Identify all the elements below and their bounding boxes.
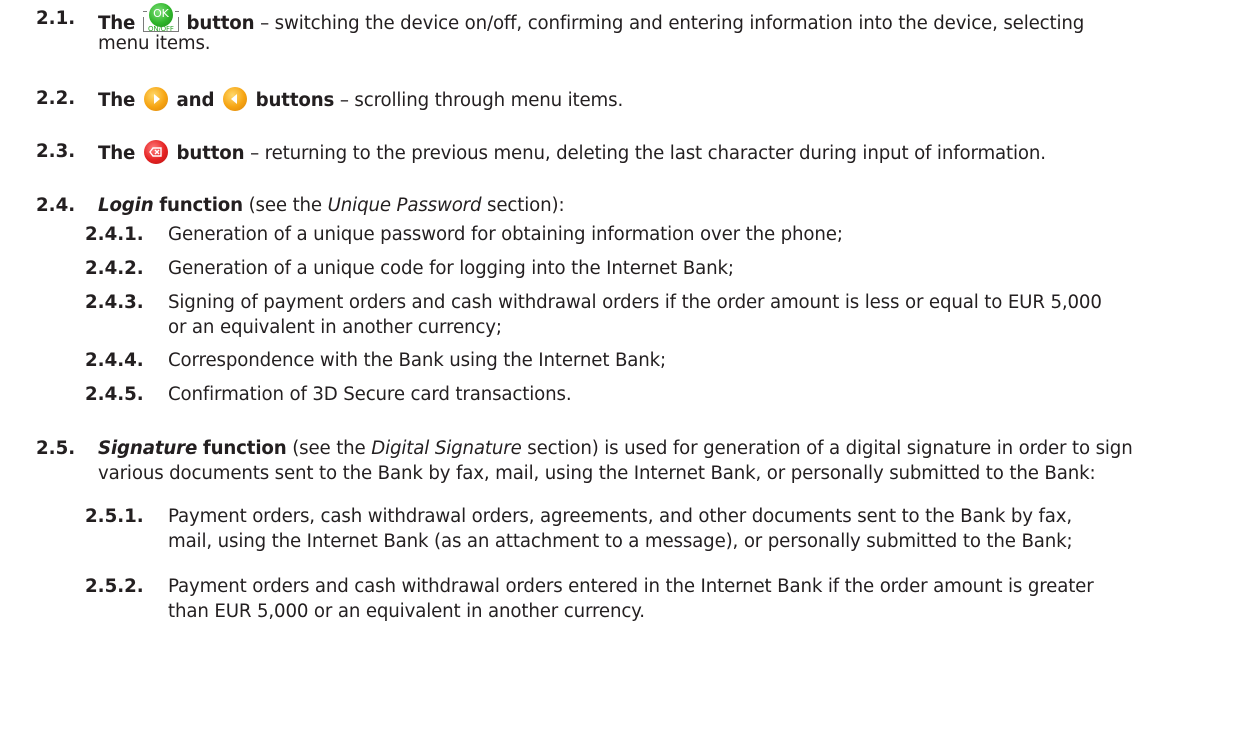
subitem-text: Signing of payment orders and cash withd… (168, 292, 1102, 313)
see-text: (see the (292, 438, 366, 459)
label-button: button (186, 13, 255, 34)
document-page: 2.1. The OK ON/OFF button – switching th… (0, 0, 1259, 738)
subitem-text: Payment orders and cash withdrawal order… (168, 576, 1094, 597)
login-label: Login (98, 195, 154, 216)
see-text-end: section): (487, 195, 565, 216)
subitem-number: 2.4.5. (85, 384, 144, 405)
item-2-1-line-1: The OK ON/OFF button – switching the dev… (98, 3, 1085, 37)
item-2-5-line-2: various documents sent to the Bank by fa… (98, 463, 1096, 484)
item-number: 2.3. (36, 141, 76, 162)
subitem-number: 2.5.2. (85, 576, 144, 597)
see-text: (see the (248, 195, 323, 216)
item-number: 2.1. (36, 8, 76, 29)
subitem-text-cont: than EUR 5,000 or an equivalent in anoth… (168, 601, 645, 622)
item-2-5-line-1: Signature function (see the Digital Sign… (98, 437, 1133, 461)
subitem-number: 2.5.1. (85, 506, 144, 527)
item-2-1-line-2: menu items. (98, 33, 211, 54)
subitem-number: 2.4.1. (85, 224, 144, 245)
subitem-text: Generation of a unique password for obta… (168, 224, 843, 245)
subitem-text: Generation of a unique code for logging … (168, 258, 734, 279)
item-number: 2.2. (36, 88, 76, 109)
signature-label: Signature (98, 438, 198, 459)
subitem-text: Payment orders, cash withdrawal orders, … (168, 506, 1073, 527)
subitem-number: 2.4.4. (85, 350, 144, 371)
subitem-text-cont: or an equivalent in another currency; (168, 317, 502, 338)
label-button: button (176, 143, 245, 164)
arrow-left-icon (222, 87, 247, 111)
arrow-right-icon (143, 87, 168, 111)
item-2-4-line: Login function (see the Unique Password … (98, 194, 565, 218)
subitem-number: 2.4.2. (85, 258, 144, 279)
item-description: – switching the device on/off, confirmin… (260, 13, 1085, 34)
subitem-text: Correspondence with the Bank using the I… (168, 350, 667, 371)
subitem-number: 2.4.3. (85, 292, 144, 313)
delete-icon (143, 140, 168, 164)
subitem-text-cont: mail, using the Internet Bank (as an att… (168, 531, 1073, 552)
item-2-3-line: The button – returning to the previous m… (98, 140, 1046, 166)
item-2-2-line: The and buttons – scrolling through menu… (98, 87, 623, 113)
label-buttons: buttons (255, 90, 335, 111)
item-description: – returning to the previous menu, deleti… (250, 143, 1046, 164)
section-reference: Digital Signature (371, 438, 522, 459)
ok-circle-icon: OK (148, 3, 173, 27)
label-and: and (176, 90, 215, 111)
item-description: – scrolling through menu items. (339, 90, 624, 111)
label-the: The (98, 13, 136, 34)
item-number: 2.4. (36, 195, 76, 216)
ok-label: OK (153, 7, 169, 20)
subitem-text: Confirmation of 3D Secure card transacti… (168, 384, 572, 405)
section-reference: Unique Password (327, 195, 482, 216)
function-label: function (159, 195, 243, 216)
item-number: 2.5. (36, 438, 76, 459)
see-text-end: section) is used for generation of a dig… (527, 438, 1133, 459)
function-label: function (202, 438, 287, 459)
label-the: The (98, 90, 136, 111)
label-the: The (98, 143, 136, 164)
